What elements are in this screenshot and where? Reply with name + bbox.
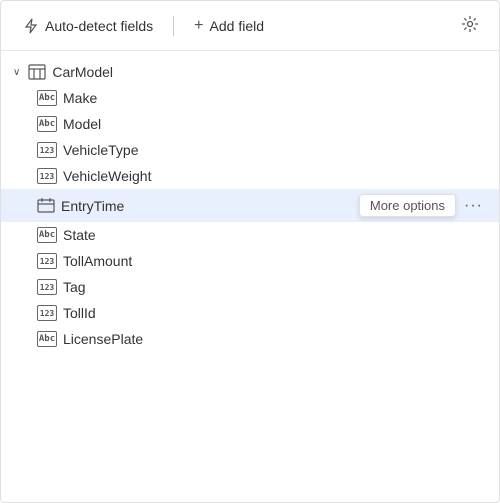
field-row-tollamount[interactable]: 123 TollAmount [1,248,499,274]
clock-icon [37,198,55,214]
lightning-icon [23,18,39,34]
abc-icon: Abc [37,331,57,347]
abc-icon: Abc [37,227,57,243]
field-name-tollid: TollId [63,305,96,321]
group-name: CarModel [52,64,113,80]
auto-detect-button[interactable]: Auto-detect fields [17,14,159,38]
toolbar: Auto-detect fields + Add field [1,1,499,51]
more-options-container: More options ··· [359,194,487,217]
toolbar-divider [173,16,174,36]
add-field-button[interactable]: + Add field [188,13,270,39]
field-row-tag[interactable]: 123 Tag [1,274,499,300]
field-row-state[interactable]: Abc State [1,222,499,248]
field-row-vehicleweight[interactable]: 123 VehicleWeight [1,163,499,189]
numeric-icon: 123 [37,142,57,158]
ellipsis-icon: ··· [464,197,483,215]
numeric-icon: 123 [37,279,57,295]
field-name-make: Make [63,90,97,106]
field-row-entrytime[interactable]: EntryTime More options ··· [1,189,499,222]
chevron-down-icon: ∨ [13,67,20,78]
field-row-vehicletype[interactable]: 123 VehicleType [1,137,499,163]
auto-detect-label: Auto-detect fields [45,18,153,34]
field-name-licenseplate: LicensePlate [63,331,143,347]
main-container: Auto-detect fields + Add field ∨ [0,0,500,503]
field-name-tollamount: TollAmount [63,253,132,269]
more-options-button[interactable]: ··· [460,195,487,217]
numeric-icon: 123 [37,253,57,269]
field-list: ∨ CarModel Abc Make Abc Model 123 [1,51,499,502]
numeric-icon: 123 [37,305,57,321]
more-options-tooltip: More options [359,194,456,217]
group-row-carmodel[interactable]: ∨ CarModel [1,59,499,85]
field-row-model[interactable]: Abc Model [1,111,499,137]
field-row-licenseplate[interactable]: Abc LicensePlate [1,326,499,352]
field-name-vehicletype: VehicleType [63,142,139,158]
numeric-icon: 123 [37,168,57,184]
settings-button[interactable] [457,11,483,40]
table-icon [28,64,46,80]
abc-icon: Abc [37,116,57,132]
field-name-state: State [63,227,96,243]
add-field-label: Add field [210,18,264,34]
field-name-tag: Tag [63,279,86,295]
abc-icon: Abc [37,90,57,106]
field-row-make[interactable]: Abc Make [1,85,499,111]
field-row-tollid[interactable]: 123 TollId [1,300,499,326]
toolbar-left: Auto-detect fields + Add field [17,13,457,39]
field-name-vehicleweight: VehicleWeight [63,168,151,184]
gear-icon [461,15,479,36]
field-name-model: Model [63,116,101,132]
plus-icon: + [194,17,203,35]
field-name-entrytime: EntryTime [61,198,124,214]
